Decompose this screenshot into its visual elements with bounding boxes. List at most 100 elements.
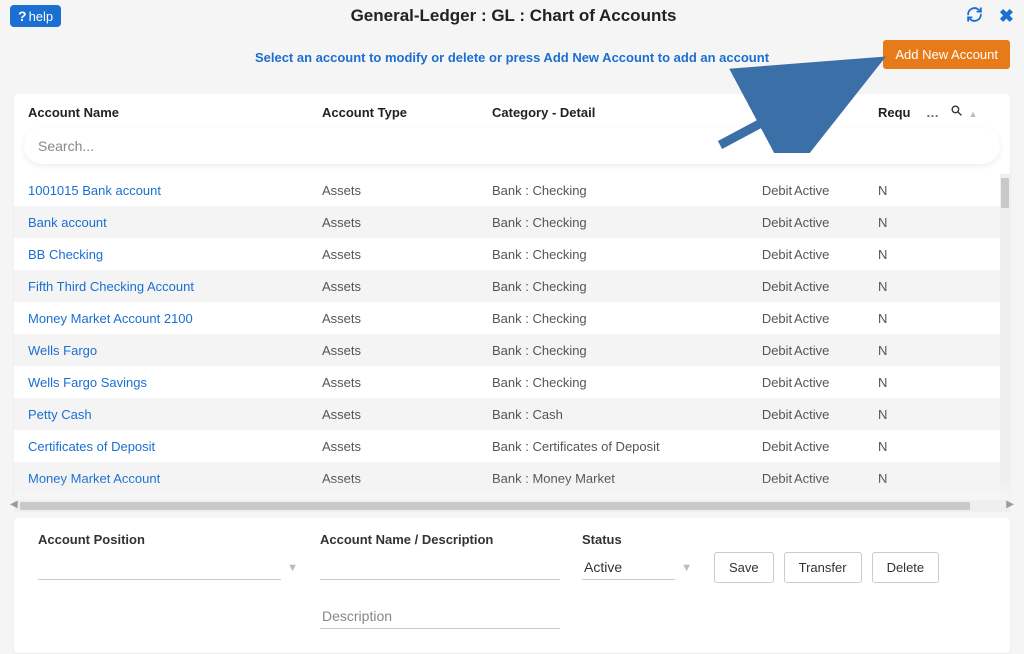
cell-type: Assets [322, 183, 492, 198]
cell-status: Active [794, 215, 878, 230]
status-label: Status [582, 532, 692, 547]
table-row[interactable]: BB CheckingAssetsBank : CheckingDebitAct… [14, 238, 1010, 270]
cell-req: N [878, 279, 926, 294]
account-link[interactable]: Bank account [28, 215, 107, 230]
description-input[interactable] [320, 604, 560, 629]
account-position-select[interactable] [38, 555, 281, 580]
cell-status: Active [794, 439, 878, 454]
table-row[interactable]: Money Market Account 2100 AssetsBank : Ch… [14, 302, 1010, 334]
table-row[interactable]: Certificates of Deposit AssetsBank : Cert… [14, 430, 1010, 462]
cell-plus: Debit [760, 311, 794, 326]
chevron-down-icon: ▼ [287, 562, 298, 574]
close-icon[interactable]: ✖ [999, 7, 1014, 25]
cell-type: Assets [322, 407, 492, 422]
horizontal-scrollbar-thumb[interactable] [20, 502, 970, 510]
accounts-table: 1001015 Bank accountAssetsBank : Checkin… [14, 174, 1010, 500]
add-new-account-button[interactable]: Add New Account [883, 40, 1010, 69]
account-link[interactable]: BB Checking [28, 247, 103, 262]
account-position-label: Account Position [38, 532, 298, 547]
account-link[interactable]: Money Market Account 2100 [28, 311, 193, 326]
help-label: help [29, 9, 54, 24]
cell-plus: Debit [760, 183, 794, 198]
help-button[interactable]: ? help [10, 5, 61, 27]
cell-status: Active [794, 407, 878, 422]
chevron-down-icon: ▼ [681, 562, 692, 574]
account-link[interactable]: Certificates of Deposit [28, 439, 155, 454]
cell-category: Bank : Checking [492, 343, 760, 358]
cell-status: Active [794, 343, 878, 358]
account-link[interactable]: Petty Cash [28, 407, 92, 422]
cell-category: Bank : Checking [492, 375, 760, 390]
table-row[interactable]: Bank accountAssetsBank : CheckingDebitAc… [14, 206, 1010, 238]
cell-type: Assets [322, 311, 492, 326]
sort-triangle-icon: ▲ [969, 109, 978, 119]
edit-panel: Account Position ▼ Account Name / Descri… [14, 518, 1010, 653]
instruction-text: Select an account to modify or delete or… [14, 50, 1010, 65]
cell-plus: Debit [760, 407, 794, 422]
cell-type: Assets [322, 343, 492, 358]
cell-req: N [878, 311, 926, 326]
col-search[interactable]: ▲ [950, 104, 984, 120]
vertical-scrollbar[interactable] [1000, 174, 1010, 500]
status-select[interactable] [582, 555, 675, 580]
cell-req: N [878, 183, 926, 198]
col-requ[interactable]: Requ [878, 105, 926, 120]
delete-button[interactable]: Delete [872, 552, 940, 583]
account-link[interactable]: Wells Fargo [28, 343, 97, 358]
refresh-icon[interactable] [966, 6, 983, 26]
cell-req: N [878, 247, 926, 262]
scroll-left-icon[interactable]: ◀ [10, 499, 18, 510]
col-category-detail[interactable]: Category - Detail [492, 105, 760, 120]
table-row[interactable]: Petty Cash AssetsBank : CashDebitActiveN [14, 398, 1010, 430]
cell-type: Assets [322, 279, 492, 294]
account-name-label: Account Name / Description [320, 532, 560, 547]
cell-category: Bank : Money Market [492, 471, 760, 486]
cell-type: Assets [322, 247, 492, 262]
table-row[interactable]: Wells Fargo SavingsAssetsBank : Checking… [14, 366, 1010, 398]
col-account-type[interactable]: Account Type [322, 105, 492, 120]
col-more[interactable]: … [926, 105, 950, 120]
cell-status: Active [794, 471, 878, 486]
cell-category: Bank : Checking [492, 247, 760, 262]
cell-category: Bank : Cash [492, 407, 760, 422]
cell-status: Active [794, 375, 878, 390]
cell-category: Bank : Certificates of Deposit [492, 439, 760, 454]
cell-req: N [878, 375, 926, 390]
account-name-input[interactable] [320, 555, 560, 580]
cell-plus: Debit [760, 215, 794, 230]
cell-type: Assets [322, 471, 492, 486]
cell-status: Active [794, 311, 878, 326]
horizontal-scrollbar[interactable]: ◀ ▶ [14, 500, 1010, 512]
cell-req: N [878, 343, 926, 358]
cell-plus: Debit [760, 279, 794, 294]
table-row[interactable]: Wells Fargo AssetsBank : CheckingDebitAct… [14, 334, 1010, 366]
account-link[interactable]: Fifth Third Checking Account [28, 279, 194, 294]
account-link[interactable]: Wells Fargo Savings [28, 375, 147, 390]
col-account-name[interactable]: Account Name [28, 105, 322, 120]
vertical-scrollbar-thumb[interactable] [1001, 178, 1009, 208]
table-row[interactable]: Money Market Account AssetsBank : Money M… [14, 462, 1010, 494]
save-button[interactable]: Save [714, 552, 774, 583]
transfer-button[interactable]: Transfer [784, 552, 862, 583]
col-plus[interactable]: + [760, 105, 794, 120]
cell-status: Active [794, 279, 878, 294]
table-row[interactable]: 1001015 Bank account AssetsBank : Checkin… [14, 174, 1010, 206]
cell-status: Active [794, 247, 878, 262]
cell-category: Bank : Checking [492, 215, 760, 230]
cell-status: Active [794, 183, 878, 198]
cell-category: Bank : Checking [492, 311, 760, 326]
table-header: Account Name Account Type Category - Det… [14, 94, 1010, 128]
account-link[interactable]: 1001015 Bank account [28, 183, 161, 198]
page-title: General-Ledger : GL : Chart of Accounts [61, 6, 966, 26]
table-row[interactable]: Fifth Third Checking AccountAssetsBank :… [14, 270, 1010, 302]
cell-plus: Debit [760, 375, 794, 390]
scroll-right-icon[interactable]: ▶ [1006, 499, 1014, 510]
cell-req: N [878, 407, 926, 422]
cell-plus: Debit [760, 343, 794, 358]
col-status[interactable]: Status [794, 105, 878, 120]
account-link[interactable]: Money Market Account [28, 471, 160, 486]
cell-req: N [878, 215, 926, 230]
cell-type: Assets [322, 439, 492, 454]
search-input[interactable] [24, 128, 1000, 164]
cell-category: Bank : Checking [492, 183, 760, 198]
